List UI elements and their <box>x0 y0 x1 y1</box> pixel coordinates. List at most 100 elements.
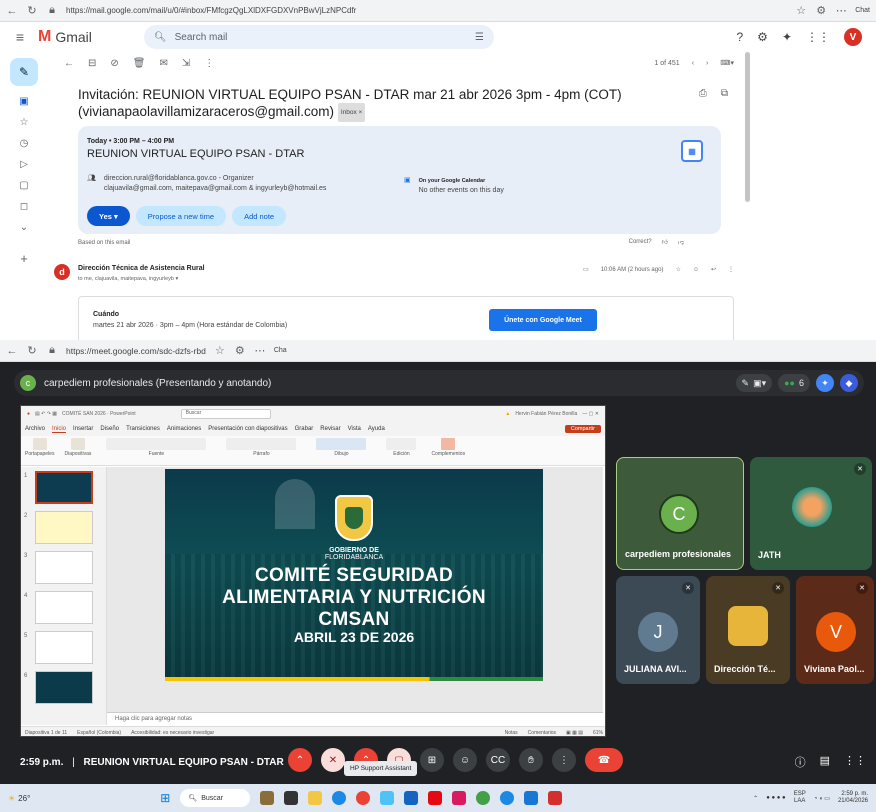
raise-hand-icon[interactable]: ✋︎ <box>519 748 543 772</box>
tray-chevron-up-icon[interactable]: ⌃ <box>753 795 758 802</box>
participants-chip[interactable]: ●● 6 <box>778 374 810 392</box>
back-arrow-icon[interactable]: ← <box>64 58 74 69</box>
search-input[interactable]: Search mail <box>175 32 467 43</box>
compose-pencil-icon[interactable]: ✎ <box>10 58 38 86</box>
edge-icon[interactable] <box>332 791 347 805</box>
meeting-details-info-icon[interactable]: ⓘ <box>795 754 806 770</box>
menu-ayuda[interactable]: Ayuda <box>368 426 385 432</box>
settings-gear-icon[interactable]: ⚙ <box>757 30 768 44</box>
reply-icon[interactable]: ↩ <box>711 266 716 273</box>
status-comments[interactable]: Comentarios <box>528 730 556 736</box>
clock[interactable]: 2:59 p. m. 21/04/2026 <box>838 791 868 805</box>
menu-grabar[interactable]: Grabar <box>295 426 314 432</box>
more-icon[interactable]: ⋯ <box>254 344 266 357</box>
menu-presentacion[interactable]: Presentación con diapositivas <box>208 426 287 432</box>
drafts-icon[interactable]: ▢ <box>19 180 28 191</box>
slide-thumbnail-6[interactable] <box>35 671 93 704</box>
present-screen-icon[interactable]: ⊞ <box>420 748 444 772</box>
taskbar-app-icon[interactable] <box>524 791 539 805</box>
account-avatar[interactable]: V <box>844 28 862 46</box>
menu-insertar[interactable]: Insertar <box>73 426 93 432</box>
sent-icon[interactable]: ▷ <box>20 159 28 170</box>
zoom-level[interactable]: 61% <box>593 730 603 736</box>
favorite-star-icon[interactable]: ☆ <box>795 4 807 17</box>
starred-icon[interactable]: ☆ <box>20 117 29 128</box>
next-chevron-right-icon[interactable]: › <box>706 60 708 67</box>
taskbar-app-icon[interactable] <box>284 791 299 805</box>
sender-name[interactable]: Dirección Técnica de Asistencia Rural <box>78 265 205 272</box>
leave-call-icon[interactable]: ☎ <box>585 748 623 772</box>
reload-icon[interactable]: ↻ <box>26 344 38 357</box>
gemini-icon[interactable]: ✦ <box>782 30 792 44</box>
more-options-icon[interactable]: ⋮ <box>204 58 214 69</box>
gmail-logo[interactable]: M Gmail <box>38 28 92 46</box>
ribbon-diapositivas[interactable]: Diapositivas <box>64 438 91 457</box>
more-vert-icon[interactable]: ⋮ <box>728 266 734 273</box>
netflix-icon[interactable] <box>428 791 443 805</box>
menu-inicio[interactable]: Inicio <box>52 426 67 433</box>
inbox-label-chip[interactable]: Inbox × <box>337 103 366 122</box>
slide-thumbnail-4[interactable] <box>35 591 93 624</box>
menu-diseno[interactable]: Diseño <box>100 426 119 432</box>
ribbon-fuente[interactable]: Fuente <box>101 438 211 457</box>
main-menu-icon[interactable]: ≡ <box>14 29 26 45</box>
search-icon[interactable]: 🔍︎ <box>154 32 167 43</box>
report-spam-icon[interactable]: ⊘ <box>110 58 118 69</box>
emoji-react-icon[interactable]: ☺ <box>693 267 699 273</box>
chat-icon[interactable]: ▤ <box>820 754 830 770</box>
open-new-window-icon[interactable]: ⧉ <box>721 88 728 99</box>
gmail-scrollbar[interactable] <box>745 52 750 202</box>
taskbar-search[interactable]: 🔍︎ Buscar <box>180 789 251 807</box>
mail-icon[interactable]: ▣ <box>19 96 28 107</box>
google-calendar-icon[interactable]: ▦ <box>681 140 703 162</box>
taskbar-app-icon[interactable] <box>476 791 491 805</box>
menu-archivo[interactable]: Archivo <box>25 426 45 432</box>
gmail-url[interactable]: https://mail.google.com/mail/u/0/#inbox/… <box>66 6 787 15</box>
add-note-button[interactable]: Add note <box>232 206 287 226</box>
copilot-icon[interactable]: ◆ <box>840 374 858 392</box>
meet-url[interactable]: https://meet.google.com/sdc-dzfs-rbd <box>66 346 206 356</box>
slide-thumbnail-2[interactable] <box>35 511 93 544</box>
recipients-dropdown[interactable]: to me, clajuavila, maitepava, ingyurleyb… <box>78 276 178 282</box>
copilot-chat-button[interactable]: Cha <box>274 347 287 354</box>
thumbs-down-icon[interactable]: 👎︎ <box>678 238 684 246</box>
taskbar-app-icon[interactable] <box>380 791 395 805</box>
add-label-plus-icon[interactable]: + <box>20 251 28 266</box>
emoji-reactions-icon[interactable]: ☺ <box>453 748 477 772</box>
mic-off-icon[interactable]: ✕ <box>321 748 345 772</box>
more-chevron-down-icon[interactable]: ⌄ <box>20 222 28 233</box>
more-options-icon[interactable]: ⋮ <box>552 748 576 772</box>
view-buttons-icon[interactable]: ▣ ▦ ▤ <box>566 730 583 736</box>
file-explorer-icon[interactable] <box>308 791 323 805</box>
start-windows-icon[interactable]: ⊞ <box>160 791 170 805</box>
prev-chevron-left-icon[interactable]: ‹ <box>692 60 694 67</box>
menu-transiciones[interactable]: Transiciones <box>126 426 160 432</box>
ribbon-portapapeles[interactable]: Portapapeles <box>25 438 54 457</box>
current-slide[interactable]: GOBIERNO DE FLORIDABLANCA COMITÉ SEGURID… <box>165 469 543 681</box>
pp-search[interactable]: Buscar <box>180 409 271 419</box>
mark-unread-icon[interactable]: ✉ <box>159 58 167 69</box>
menu-revisar[interactable]: Revisar <box>320 426 340 432</box>
rsvp-yes-button[interactable]: Yes ▾ <box>87 206 130 226</box>
taskbar-app-icon[interactable] <box>452 791 467 805</box>
labels-icon[interactable]: ◻ <box>20 201 28 212</box>
language-indicator[interactable]: ESP LAA <box>794 791 806 805</box>
ribbon-dibujo[interactable]: Dibujo <box>311 438 371 457</box>
ribbon-complementos[interactable]: Complementos <box>431 438 465 457</box>
archive-icon[interactable]: ⊟ <box>88 58 96 69</box>
print-icon[interactable]: ⎙ <box>699 88 707 99</box>
menu-animaciones[interactable]: Animaciones <box>167 426 201 432</box>
mic-options-chevron-up-icon[interactable]: ⌃ <box>288 748 312 772</box>
chrome-icon[interactable] <box>356 791 371 805</box>
annotate-tools-button[interactable]: ✎ ▣▾ <box>735 374 773 392</box>
snoozed-clock-icon[interactable]: ◷ <box>20 138 29 149</box>
status-notes[interactable]: Notas <box>505 730 518 736</box>
status-accessibility[interactable]: Accesibilidad: es necesario investigar <box>131 730 214 736</box>
thumbs-up-icon[interactable]: 👍︎ <box>662 238 668 246</box>
status-language[interactable]: Español (Colombia) <box>77 730 121 736</box>
participant-tile-direccion[interactable]: ✕ Dirección Té... <box>706 576 790 684</box>
extensions-icon[interactable]: ⚙ <box>234 344 246 357</box>
taskbar-app-icon[interactable] <box>260 791 275 805</box>
slide-thumbnail-1[interactable] <box>35 471 93 504</box>
tray-icons[interactable]: ● ● ● ● <box>766 795 786 801</box>
